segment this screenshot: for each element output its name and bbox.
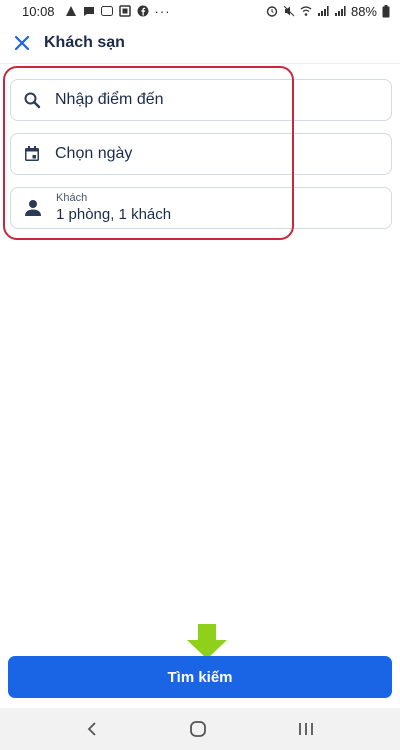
status-time: 10:08 [22,3,55,19]
page-title: Khách sạn [44,33,125,51]
home-icon[interactable] [189,720,207,738]
status-left: 10:08 ··· [22,4,171,19]
signal-icon-2 [334,6,346,16]
mute-icon [283,5,295,17]
alarm-icon [266,6,278,17]
more-notifications-icon: ··· [154,3,171,19]
recents-icon[interactable] [297,721,315,737]
status-right: 88% [266,4,390,19]
message-icon [83,7,94,16]
status-bar: 10:08 ··· 88% [0,0,400,22]
arrow-down-icon [187,624,227,659]
signal-icon-1 [317,6,329,16]
system-nav-bar [0,708,400,750]
app-icon [118,5,131,17]
back-icon[interactable] [85,721,99,737]
close-icon[interactable] [14,35,30,51]
search-button[interactable]: Tìm kiếm [8,656,392,698]
battery-icon [382,4,390,17]
warning-icon [65,6,76,16]
highlight-box [3,66,294,240]
zalo-icon [100,6,113,16]
app-bar: Khách sạn [0,22,400,64]
facebook-icon [137,5,149,17]
battery-percent: 88% [350,3,377,19]
wifi-icon [300,6,312,16]
